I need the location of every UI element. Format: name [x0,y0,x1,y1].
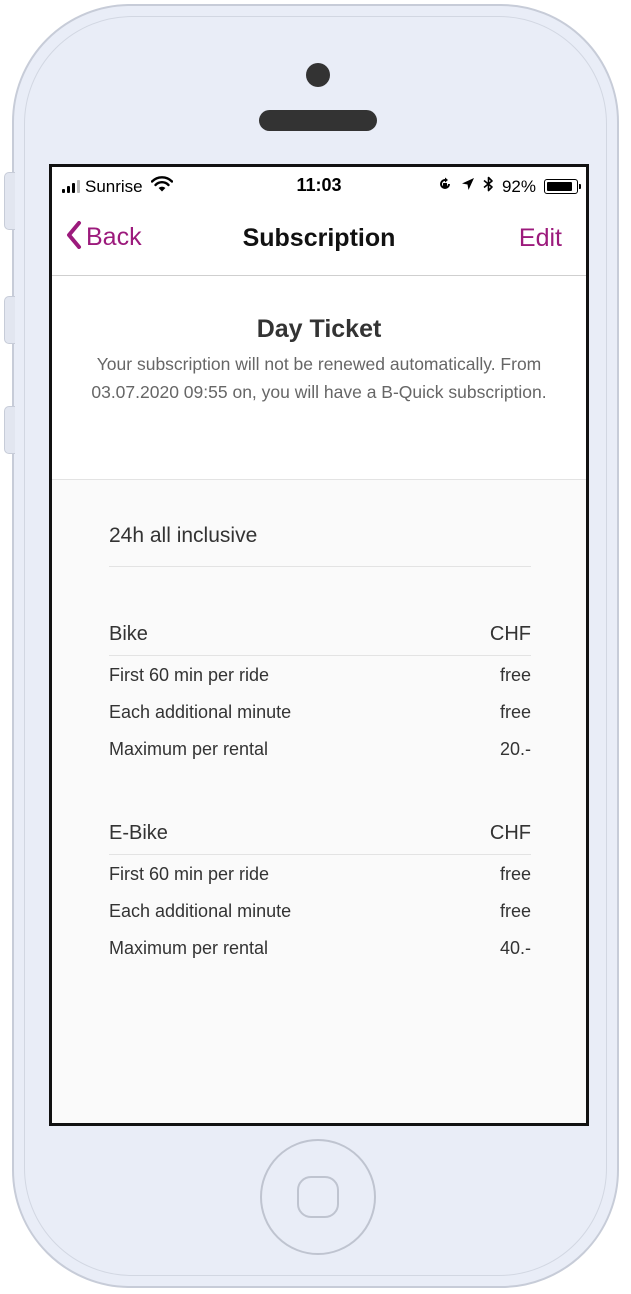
status-bar: Sunrise 11:03 92% [52,167,586,207]
mute-switch [4,172,15,230]
battery-nub [579,184,581,189]
price-row: First 60 min per ride free [109,855,531,892]
plan-name: 24h all inclusive [109,524,258,547]
front-camera [306,63,330,87]
price-value: free [499,665,531,685]
price-row: First 60 min per ride free [109,656,531,693]
subscription-title: Day Ticket [256,315,382,343]
price-row: Each additional minute free [109,892,531,929]
price-value: 40.- [499,938,531,958]
battery-percent: 92% [501,176,536,196]
price-row: Maximum per rental 20.- [109,730,531,767]
earpiece-speaker [259,110,377,131]
price-label: First 60 min per ride [109,864,270,884]
subscription-description: Your subscription will not be renewed au… [91,354,547,402]
section-name: E-Bike [109,822,168,844]
location-arrow-icon [461,177,475,196]
section-currency: CHF [489,822,531,844]
price-label: First 60 min per ride [109,665,270,685]
section-header: Bike CHF [109,615,531,656]
price-value: free [499,702,531,722]
price-value: 20.- [499,739,531,759]
battery-level-fill [546,181,573,191]
price-value: free [499,901,531,921]
battery-icon [544,179,581,194]
ebike-pricing-section: E-Bike CHF First 60 min per ride free Ea… [109,814,531,966]
page-title: Subscription [242,224,396,252]
status-bar-right: 92% [437,176,581,197]
orientation-lock-icon [437,176,453,197]
bluetooth-icon [483,176,494,197]
volume-down-button [4,406,15,454]
screen: Sunrise 11:03 92% Back Subscription Edit… [49,164,589,1126]
section-name: Bike [109,623,148,645]
subscription-header: Day Ticket Your subscription will not be… [52,276,586,480]
home-button[interactable] [260,1139,376,1255]
price-label: Each additional minute [109,702,292,722]
price-value: free [499,864,531,884]
price-label: Maximum per rental [109,938,269,958]
price-row: Each additional minute free [109,693,531,730]
edit-button[interactable]: Edit [519,224,562,253]
section-header: E-Bike CHF [109,814,531,855]
section-currency: CHF [489,623,531,645]
price-label: Each additional minute [109,901,292,921]
divider [109,566,531,567]
volume-up-button [4,296,15,344]
navigation-bar: Back Subscription Edit [52,207,586,276]
price-label: Maximum per rental [109,739,269,759]
home-button-square-icon [297,1176,339,1218]
price-row: Maximum per rental 40.- [109,929,531,966]
bike-pricing-section: Bike CHF First 60 min per ride free Each… [109,615,531,767]
